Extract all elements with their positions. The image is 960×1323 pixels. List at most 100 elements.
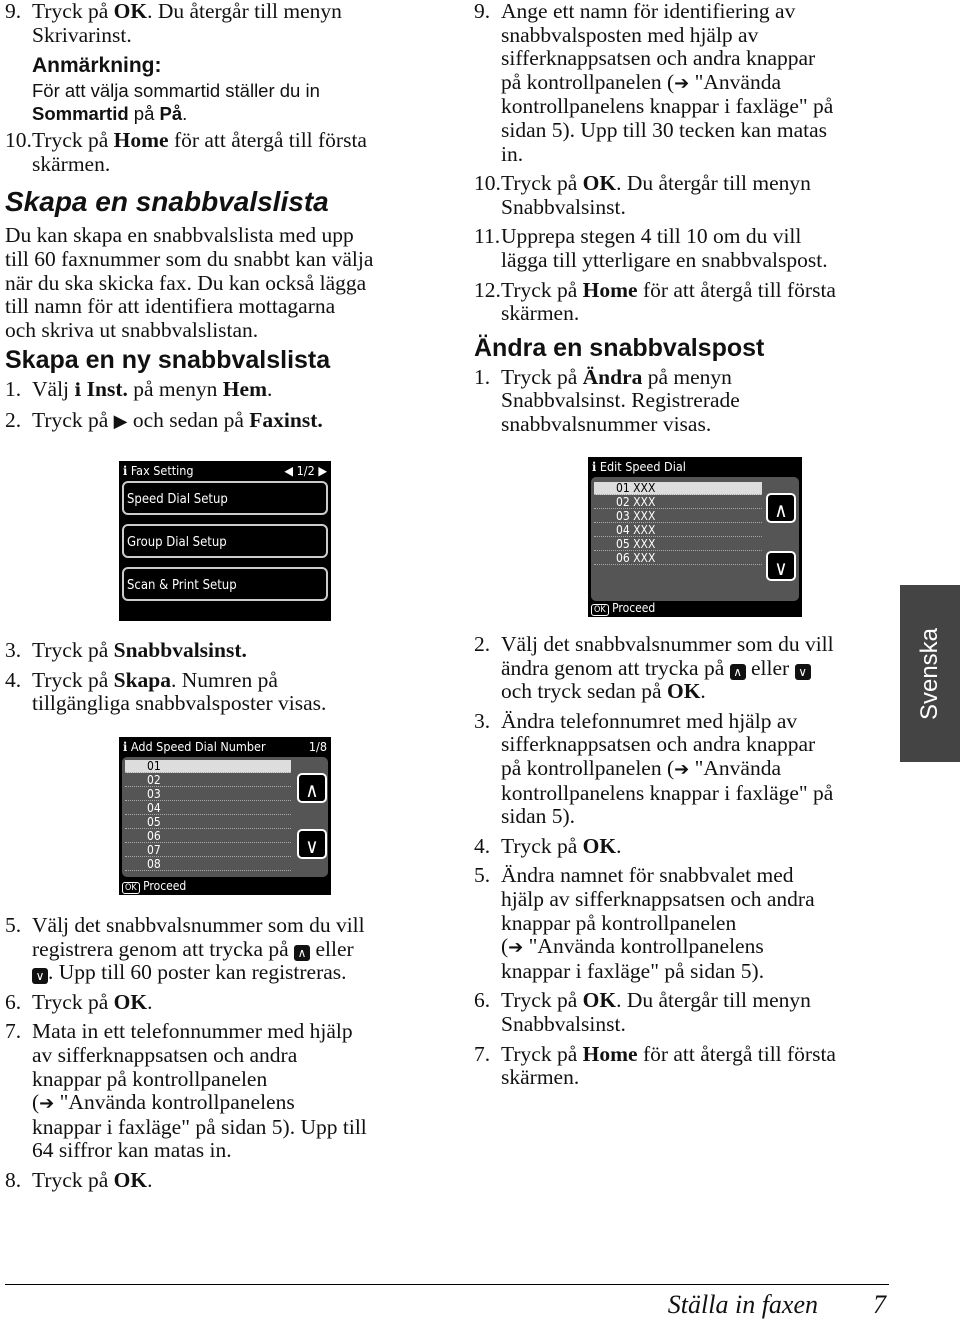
wrench-icon: ℹ︎ xyxy=(123,739,128,754)
text-run: knappar i faxläge" på sidan 5). Upp till xyxy=(32,1114,367,1139)
step-item: 3. Ändra telefonnumret med hjälp av siffer… xyxy=(474,708,894,829)
step-item: 6. Tryck på OK. Du återgår till menyn Snab… xyxy=(474,989,894,1036)
text-run: tillgängliga snabbvalsposter visas. xyxy=(32,691,327,716)
text-run: snabbvalsnummer visas. xyxy=(501,411,712,436)
text-run: skärmen. xyxy=(501,1065,580,1090)
text-run: eller xyxy=(310,936,354,961)
step-number: 4. xyxy=(474,833,491,858)
text-run: på kontrollpanelen ( xyxy=(501,69,675,94)
bold-term: OK xyxy=(582,833,617,858)
text-run: kontrollpanelens knappar i faxläge" på xyxy=(501,94,834,119)
text-line: (➔ "Använda kontrollpanelens xyxy=(32,1090,425,1116)
scan-print-setup-button: Scan & Print Setup xyxy=(122,567,328,601)
text-line: Tryck på OK. xyxy=(501,833,894,859)
text-line: sidan 5). xyxy=(501,804,894,829)
reference-arrow-icon: ➔ xyxy=(508,937,524,959)
text-line: Tryck på Home för att återgå till första xyxy=(32,128,425,153)
step-number: 1. xyxy=(474,364,491,389)
text-line: Tryck på Ändra på menyn xyxy=(501,365,894,390)
list-row: 02 xyxy=(125,774,291,787)
step-number: 9. xyxy=(5,0,22,23)
text-line: För att välja sommartid ställer du in xyxy=(32,79,425,102)
text-run: på xyxy=(128,103,160,125)
text-line: knappar på kontrollpanelen xyxy=(501,911,894,936)
list-row: 01 xyxy=(125,760,291,773)
text-run: . Du återgår till menyn xyxy=(616,988,811,1013)
bold-term: OK xyxy=(666,679,701,704)
list-row: 06 XXX xyxy=(594,552,762,565)
text-run: Ange ett namn för identifiering av xyxy=(501,0,796,23)
text-run: För att välja sommartid ställer du in xyxy=(32,80,320,102)
note: Anmärkning: xyxy=(32,53,425,79)
text-run: Ändra telefonnumret med hjälp av xyxy=(501,708,798,733)
up-button-icon: ∧ xyxy=(729,663,746,680)
text-run: kontrollpanelens knappar i faxläge" på xyxy=(501,780,834,805)
text-line: Skapa en snabbvalslista xyxy=(5,184,425,220)
text-run: på menyn xyxy=(127,377,223,402)
text-line: tillgängliga snabbvalsposter visas. xyxy=(32,691,425,716)
text-line: in. xyxy=(501,142,894,167)
step-item: 8. Tryck på OK. xyxy=(5,1167,425,1193)
step-number: 11. xyxy=(474,224,501,249)
text-run: . xyxy=(616,833,622,858)
list-row: 04 xyxy=(125,802,291,815)
list-row: 05 XXX xyxy=(594,538,762,551)
text-line: registrera genom att trycka på ∧ eller xyxy=(32,936,425,962)
list-row: 01 XXX xyxy=(594,482,762,495)
text-run: . xyxy=(182,103,188,125)
section-heading: Skapa en snabbvalslista xyxy=(5,184,425,220)
text-run: när du ska skicka fax. Du kan också lägg… xyxy=(5,270,367,295)
text-line: Välj det snabbvalsnummer som du vill xyxy=(501,632,894,657)
step-item: 6. Tryck på OK. xyxy=(5,989,425,1015)
text-run: hjälp av sifferknappsatsen och andra xyxy=(501,886,815,911)
footer-divider xyxy=(5,1284,889,1285)
text-line: lägga till ytterligare en snabbvalspost. xyxy=(501,248,894,273)
step-item: 2. Tryck på ▶ och sedan på Faxinst. xyxy=(5,407,425,434)
text-line: snabbvalsposten med hjälp av xyxy=(501,23,894,48)
group-dial-setup-button: Group Dial Setup xyxy=(122,524,328,558)
reference-arrow-icon: ➔ xyxy=(674,758,690,780)
text-line: Ändra en snabbvalspost xyxy=(474,332,894,364)
list-row: 04 XXX xyxy=(594,524,762,537)
text-run: sidan 5). Upp till 30 tecken kan matas xyxy=(501,117,828,142)
text-run: och sedan på xyxy=(127,407,250,432)
text-run: Tryck på xyxy=(32,407,114,432)
text-run: Tryck på xyxy=(501,988,583,1013)
text-run: . xyxy=(147,1167,153,1192)
text-line: kontrollpanelens knappar i faxläge" på xyxy=(501,780,894,806)
text-run: Anmärkning: xyxy=(32,54,162,78)
bold-term: Snabbvalsinst. xyxy=(113,638,247,662)
text-run: Tryck på xyxy=(32,1167,114,1192)
text-run: Tryck på xyxy=(32,0,114,23)
screen-title: ℹ︎ Add Speed Dial Number xyxy=(123,739,266,754)
step-item: 5. Välj det snabbvalsnummer som du vill re… xyxy=(5,913,425,985)
ok-button-icon: OK xyxy=(122,882,140,894)
note: För att välja sommartid ställer du in Som… xyxy=(32,79,425,125)
step-number: 1. xyxy=(5,377,22,402)
text-line: sifferknappsatsen och andra knappar xyxy=(501,46,894,71)
bold-term: Home xyxy=(582,1041,638,1066)
bold-term: Skapa xyxy=(113,667,171,692)
text-run: Tryck på xyxy=(32,667,114,692)
text-run: Tryck på xyxy=(501,1041,583,1066)
lcd-edit-speed-dial: ℹ︎ Edit Speed Dial ∧ ∨ OK Proceed 01 XXX… xyxy=(588,457,802,617)
text-line: Snabbvalsinst. xyxy=(501,1012,894,1037)
step-item: 7. Tryck på Home för att återgå till förs… xyxy=(474,1041,894,1090)
list-row: 03 XXX xyxy=(594,510,762,523)
text-run: skärmen. xyxy=(501,301,580,326)
step-number: 10. xyxy=(5,128,32,153)
text-line: när du ska skicka fax. Du kan också lägg… xyxy=(5,270,425,296)
text-line: Sommartid på På. xyxy=(32,102,425,125)
text-line: knappar i faxläge" på sidan 5). xyxy=(501,959,894,984)
text-run: 64 siffror kan matas in. xyxy=(32,1138,232,1163)
text-line: på kontrollpanelen (➔ "Använda xyxy=(501,69,894,96)
text-run: Skapa en ny snabbvalslista xyxy=(5,346,331,375)
list-row: 02 XXX xyxy=(594,496,762,509)
text-line: Skapa en ny snabbvalslista xyxy=(5,344,425,376)
step-number: 3. xyxy=(474,708,491,733)
text-run: för att återgå till första xyxy=(637,277,836,302)
screen-footer: OK Proceed xyxy=(591,601,655,616)
step-item: 1. Välj ℹ︎ Inst. på menyn Hem. xyxy=(5,378,425,403)
step-number: 7. xyxy=(5,1019,22,1044)
text-run: . xyxy=(147,989,153,1014)
